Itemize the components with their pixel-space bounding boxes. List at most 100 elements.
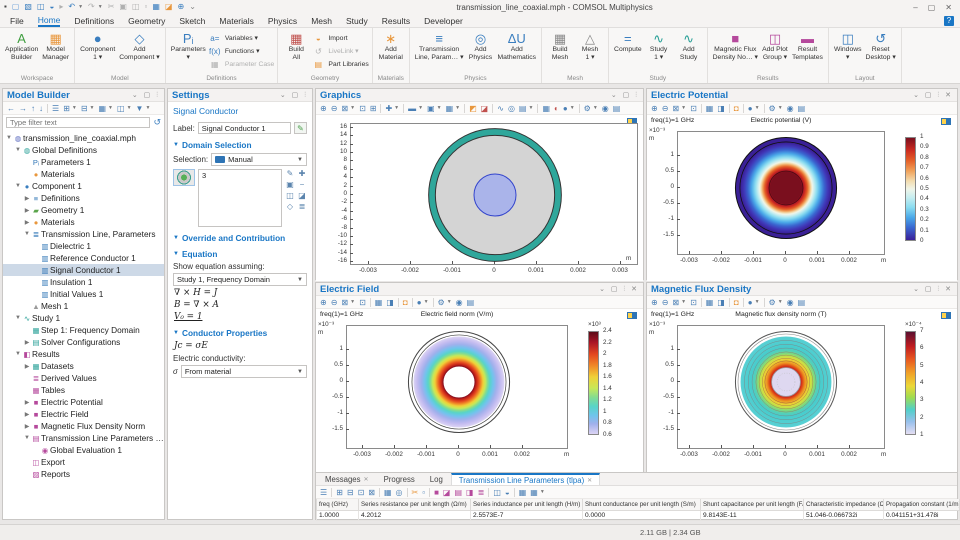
section-override[interactable]: ▼ Override and Contribution xyxy=(173,233,307,243)
dock-tab-log[interactable]: Log xyxy=(423,473,450,485)
graphics-tool-icon[interactable]: ◉ xyxy=(456,298,463,307)
ribbon-button[interactable]: ≡ Transmission Line, Param… ▾ xyxy=(413,30,466,63)
graphics-tool-icon[interactable]: ▤ xyxy=(467,298,475,307)
conductivity-dropdown[interactable]: From material ▼ xyxy=(180,365,307,378)
table-header[interactable]: Propagation constant (1/m) xyxy=(883,499,960,511)
save-as-icon[interactable]: ◒ xyxy=(50,3,55,11)
ribbon-small-button[interactable]: ▤ Part Libraries xyxy=(311,58,369,70)
electric_field-plot-area[interactable]: freq(1)=1 GHz Electric field norm (V/m) ×1… xyxy=(316,309,643,473)
collapse-icon[interactable]: ▼ xyxy=(14,351,22,357)
tree-item[interactable]: ▥ Reference Conductor 1 xyxy=(3,252,164,264)
tree-item[interactable]: ▥ Insulation 1 xyxy=(3,276,164,288)
graphics-tool-icon[interactable]: ● xyxy=(748,298,753,307)
dock-tab-transmission-line-parameters-tlpa-[interactable]: Transmission Line Parameters (tlpa) ✕ xyxy=(450,473,601,485)
magnetic_flux-plot-area[interactable]: freq(1)=1 GHz Magnetic flux density norm … xyxy=(647,309,957,473)
plot-canvas[interactable] xyxy=(347,326,569,450)
model-builder-tool-icon[interactable]: ◫ xyxy=(117,104,125,113)
graphics-tool-icon[interactable]: ▦ xyxy=(706,104,714,113)
graphics-tool-icon[interactable]: ⊠ xyxy=(341,104,348,113)
graphics-tool-icon[interactable]: ∿ xyxy=(497,104,504,113)
graphics-tool-icon[interactable]: ◨ xyxy=(717,298,725,307)
model-builder-tool-icon[interactable]: ⊟ xyxy=(81,104,88,113)
menu-item-mesh[interactable]: Mesh xyxy=(311,16,332,26)
tree-item[interactable]: ▼ ◍ transmission_line_coaxial.mph xyxy=(3,132,164,144)
graphics-tool-icon[interactable]: ◨ xyxy=(717,104,725,113)
ribbon-button[interactable]: ◇ Add Component ▾ xyxy=(117,30,161,63)
collapse-icon[interactable]: ▼ xyxy=(14,147,22,153)
ribbon-button[interactable]: ▬ Result Templates xyxy=(790,30,825,63)
menu-item-materials[interactable]: Materials xyxy=(219,16,253,26)
expand-icon[interactable]: ▶ xyxy=(23,219,31,226)
graphics-tool-icon[interactable]: ◉ xyxy=(787,104,794,113)
ribbon-button[interactable]: ◫ Windows ▾ xyxy=(832,30,864,63)
graphics-tool-icon[interactable]: ▤ xyxy=(798,104,806,113)
undo-icon[interactable]: ↶ xyxy=(68,3,75,11)
graphics-tool-icon[interactable]: ⊕ xyxy=(651,104,658,113)
graphics-tool-icon[interactable]: ◐ xyxy=(554,104,559,113)
collapse-icon[interactable]: ▼ xyxy=(5,135,13,141)
graphics-tool-icon[interactable]: ▤ xyxy=(613,104,621,113)
selection-entry[interactable]: 3 xyxy=(202,171,278,180)
graphics-tool-icon[interactable]: ▦ xyxy=(446,104,454,113)
tree-item[interactable]: ▲ Mesh 1 xyxy=(3,300,164,312)
ribbon-small-button[interactable]: a= Variables ▾ xyxy=(208,32,275,44)
tree-item[interactable]: ▼ ∿ Study 1 xyxy=(3,312,164,324)
menu-item-physics[interactable]: Physics xyxy=(268,16,297,26)
run-icon[interactable]: ▸ xyxy=(59,3,63,11)
ribbon-small-button[interactable]: ◒ Import xyxy=(311,32,368,44)
table-header[interactable]: Series inductance per unit length (H/m) xyxy=(470,499,583,511)
model-builder-tool-icon[interactable]: ↓ xyxy=(39,104,43,113)
graphics-tool-icon[interactable]: ▤ xyxy=(519,104,527,113)
tree-item[interactable]: ▼ ◧ Results xyxy=(3,348,164,360)
tree-item[interactable]: ▼ ● Component 1 xyxy=(3,180,164,192)
table-cell[interactable]: 0.0000 xyxy=(582,509,701,521)
graphics-tool-icon[interactable]: ⊖ xyxy=(331,104,338,113)
ribbon-button[interactable]: A Application Builder xyxy=(3,30,40,63)
model-builder-tool-icon[interactable]: ▼ xyxy=(136,104,144,113)
plot-context-icon[interactable] xyxy=(627,312,637,319)
desktop-icon[interactable]: ◪ xyxy=(165,3,173,11)
graphics-tool-icon[interactable]: ✚ xyxy=(385,104,392,113)
table-header[interactable]: Shunt capacitance per unit length (F/m) xyxy=(700,499,804,511)
ribbon-button[interactable]: Pᵢ Parameters ▾ xyxy=(169,30,208,63)
selection-dropdown[interactable]: Manual ▼ xyxy=(211,153,307,166)
refresh-icon[interactable]: ↺ xyxy=(153,117,161,128)
ribbon-button[interactable]: ◎ Add Physics xyxy=(466,30,496,63)
tree-item[interactable]: ≣ Derived Values xyxy=(3,372,164,384)
graphics-tool-icon[interactable]: ◘ xyxy=(734,298,739,307)
menu-item-study[interactable]: Study xyxy=(346,16,368,26)
menu-item-developer[interactable]: Developer xyxy=(424,16,463,26)
tree-item[interactable]: ▦ Tables xyxy=(3,384,164,396)
cut-icon[interactable]: ✂ xyxy=(108,3,115,11)
expand-icon[interactable]: ▶ xyxy=(23,195,31,202)
ribbon-button[interactable]: ▦ Build Mesh xyxy=(545,30,575,63)
collapse-icon[interactable]: ▼ xyxy=(23,231,31,237)
tree-item[interactable]: ▥ Initial Values 1 xyxy=(3,288,164,300)
tree-item[interactable]: ▶ ■ Electric Field xyxy=(3,408,164,420)
panel-controls[interactable]: ⌄ ▢ ⫶ xyxy=(280,91,308,100)
graphics-tool-icon[interactable]: ⊕ xyxy=(320,104,327,113)
ribbon-button[interactable]: ◫ Add Plot Group ▾ xyxy=(760,30,790,63)
selection-tool-icon[interactable]: ✚ xyxy=(299,169,306,178)
save-icon[interactable]: ◫ xyxy=(37,3,45,11)
dock-tab-messages[interactable]: Messages ✕ xyxy=(318,473,376,485)
menu-item-geometry[interactable]: Geometry xyxy=(128,16,165,26)
tree-item[interactable]: ▶ ● Materials xyxy=(3,216,164,228)
dock-tool-icon[interactable]: ◒ xyxy=(505,488,510,497)
dock-tool-icon[interactable]: ⊟ xyxy=(347,488,354,497)
panel-controls[interactable]: ⌄ ▢ ⫶ ✕ xyxy=(599,285,639,294)
tree-item[interactable]: ▨ Reports xyxy=(3,468,164,480)
panel-controls[interactable]: ⌄ ▢ ⫶ ✕ xyxy=(913,91,953,100)
graphics-tool-icon[interactable]: ⊠ xyxy=(672,298,679,307)
graphics-tool-icon[interactable]: ⊞ xyxy=(370,104,377,113)
tree-item[interactable]: ▥ Dielectric 1 xyxy=(3,240,164,252)
panel-controls[interactable]: ⌄ ▢ ⫶ xyxy=(611,91,639,100)
dock-tool-icon[interactable]: ☰ xyxy=(320,488,327,497)
graphics-tool-icon[interactable]: ● xyxy=(563,104,568,113)
dock-tool-icon[interactable]: ⊞ xyxy=(336,488,343,497)
model-builder-tool-icon[interactable]: ← xyxy=(7,104,15,113)
expand-icon[interactable]: ▶ xyxy=(23,399,31,406)
collapse-icon[interactable]: ▼ xyxy=(14,183,22,189)
close-button[interactable]: ✕ xyxy=(945,3,952,12)
graphics-tool-icon[interactable]: ⊡ xyxy=(359,104,366,113)
